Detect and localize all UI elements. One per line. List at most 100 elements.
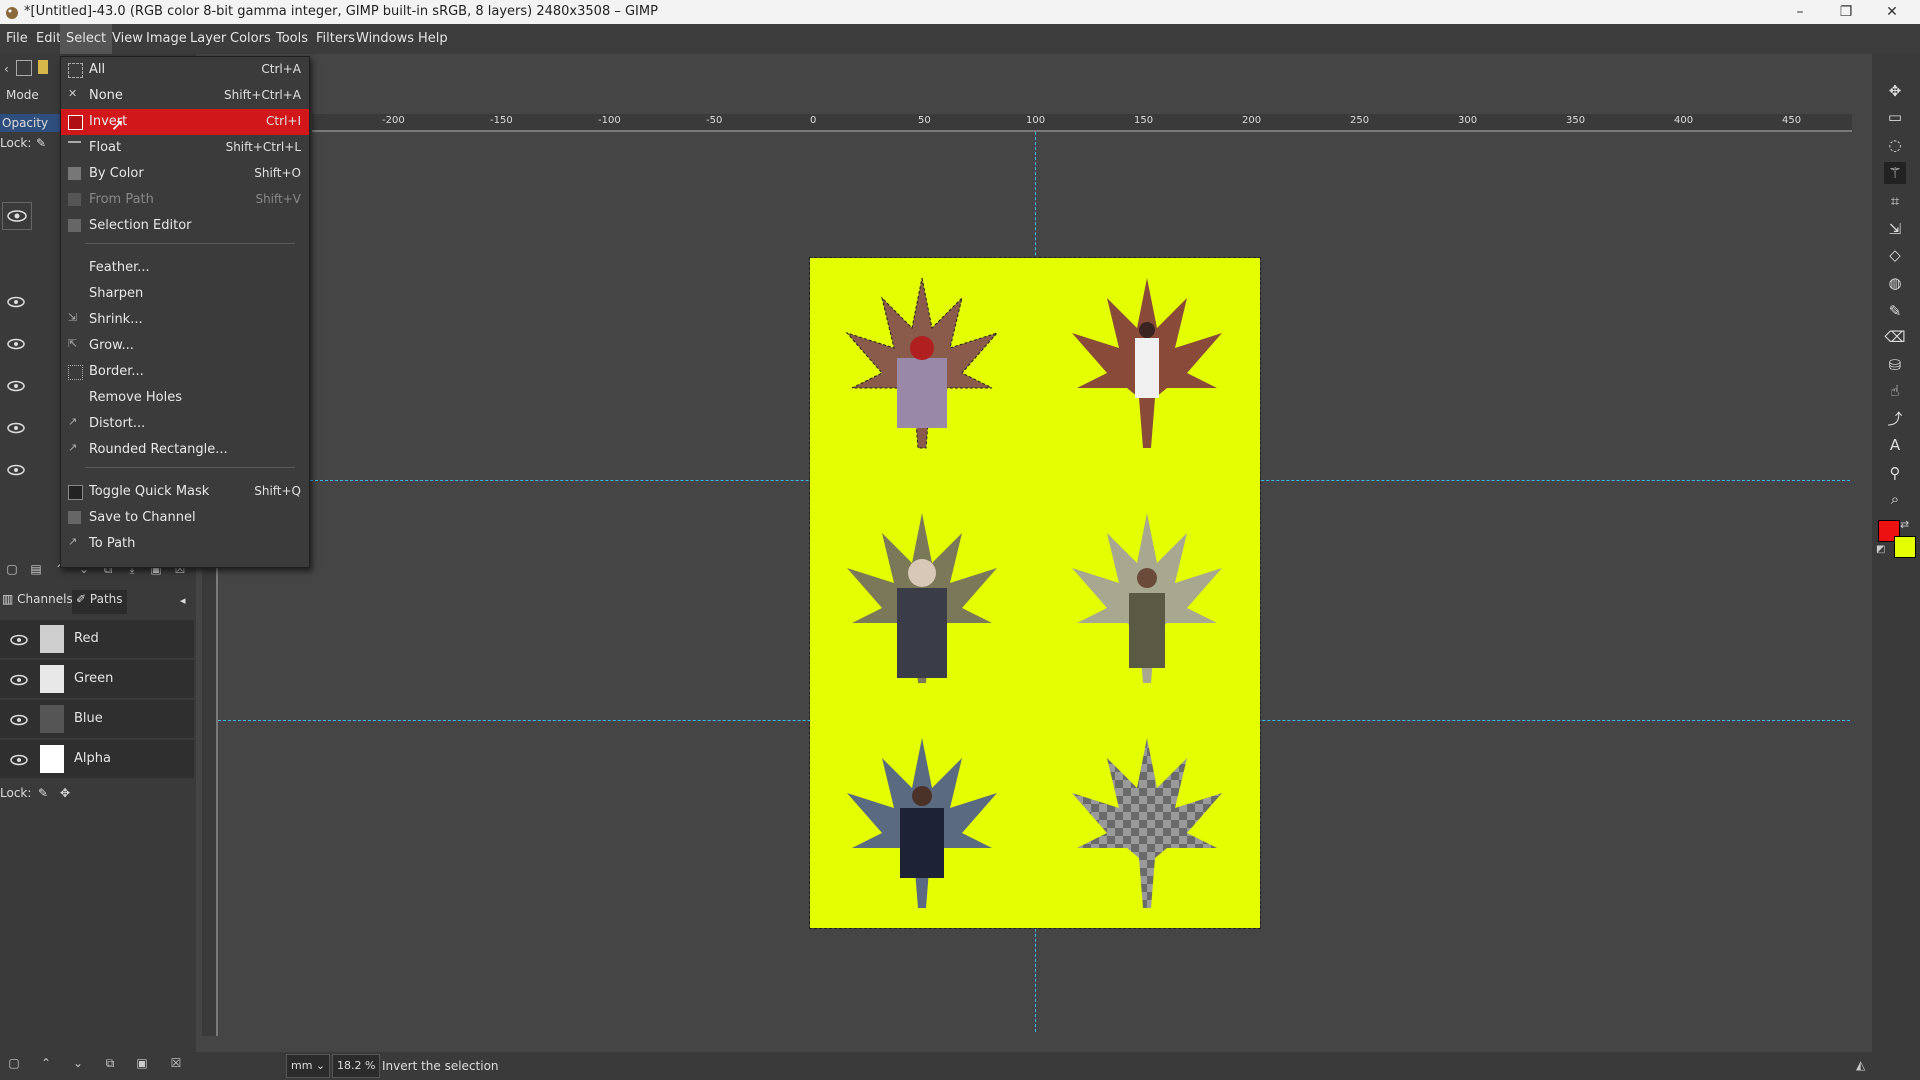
reset-colors-icon[interactable]: ◩ xyxy=(1876,544,1885,555)
menu-item-to-path[interactable]: ↗ To Path xyxy=(61,531,309,557)
menu-item-float[interactable]: Float Shift+Ctrl+L xyxy=(61,135,309,161)
zoom-selector[interactable]: 18.2 % xyxy=(332,1054,380,1078)
paths-tab[interactable]: ✐ Paths xyxy=(72,590,127,614)
channel-visibility-eye-icon[interactable] xyxy=(8,712,30,726)
layer-visibility-eye-icon[interactable] xyxy=(5,378,27,392)
crop-tool-icon[interactable]: ⌗ xyxy=(1884,190,1906,212)
background-color-swatch[interactable] xyxy=(1894,536,1916,558)
layer-visibility-eye-icon[interactable] xyxy=(2,202,32,230)
menu-item-shrink[interactable]: ⇲ Shrink... xyxy=(61,307,309,333)
navigate-icon[interactable]: ◭ xyxy=(1856,1058,1865,1072)
horizontal-ruler[interactable]: -200 -150 -100 -50 0 50 100 150 200 250 … xyxy=(312,114,1852,133)
menu-item-toggle-quick-mask[interactable]: Toggle Quick Mask Shift+Q xyxy=(61,479,309,505)
maximize-button[interactable]: ❐ xyxy=(1826,0,1866,24)
toolbox: ✥ ▭ ◌ ⚚ ⌗ ⇲ ◇ ◍ ✎ ⌫ ⛁ ☝ ⤴ A ⚲ ⌕ ⇄ ◩ xyxy=(1872,54,1920,1080)
eraser-tool-icon[interactable]: ⌫ xyxy=(1884,326,1906,348)
menu-item-by-color[interactable]: By Color Shift+O xyxy=(61,161,309,187)
layer-visibility-eye-icon[interactable] xyxy=(5,462,27,476)
menu-item-label: Selection Editor xyxy=(89,218,192,233)
channels-tab-label: Channels xyxy=(17,592,73,606)
new-group-icon[interactable]: ▤ xyxy=(26,562,46,580)
lasso-tool-icon[interactable]: ◌ xyxy=(1884,134,1906,156)
mode-label: Mode xyxy=(6,88,39,102)
menu-windows[interactable]: Windows xyxy=(350,24,420,54)
layer-visibility-eye-icon[interactable] xyxy=(5,336,27,350)
paintbrush-tool-icon[interactable]: ✎ xyxy=(1884,300,1906,322)
new-channel-icon[interactable]: ▢ xyxy=(4,1056,24,1074)
menu-item-shortcut: Ctrl+I xyxy=(266,114,301,128)
quick-mask-checkbox[interactable] xyxy=(68,485,83,500)
panel-menu-icon[interactable]: ◂ xyxy=(180,594,186,607)
channel-label: Red xyxy=(74,631,99,646)
menu-colors[interactable]: Colors xyxy=(224,24,277,54)
channel-row-green[interactable]: Green xyxy=(0,660,194,698)
menu-item-label: Border... xyxy=(89,364,144,379)
menu-item-label: Rounded Rectangle... xyxy=(89,442,228,457)
image-canvas[interactable] xyxy=(809,257,1261,929)
bucket-fill-tool-icon[interactable]: ◍ xyxy=(1884,272,1906,294)
dock-back-icon[interactable]: ‹ xyxy=(4,62,9,76)
channel-to-selection-icon[interactable]: ▣ xyxy=(132,1056,152,1074)
channel-visibility-eye-icon[interactable] xyxy=(8,752,30,766)
raise-channel-icon[interactable]: ⌃ xyxy=(36,1056,56,1074)
fuzzy-select-tool-icon[interactable]: ⚚ xyxy=(1884,162,1906,184)
vertical-ruler[interactable] xyxy=(202,566,218,1036)
menu-tools[interactable]: Tools xyxy=(270,24,314,54)
channel-label: Alpha xyxy=(74,751,111,766)
duplicate-channel-icon[interactable]: ⧉ xyxy=(100,1056,120,1074)
color-picker-tool-icon[interactable]: ⚲ xyxy=(1884,462,1906,484)
menu-item-rounded-rectangle[interactable]: ↗ Rounded Rectangle... xyxy=(61,437,309,463)
pattern-tab-icon[interactable] xyxy=(38,60,48,74)
ruler-tick-label: -50 xyxy=(706,115,723,126)
minimize-button[interactable]: – xyxy=(1780,0,1820,24)
lock-pixels-icon[interactable]: ✎ xyxy=(36,136,46,150)
menu-help[interactable]: Help xyxy=(412,24,454,54)
mouse-cursor-icon: ➚ xyxy=(111,115,125,134)
channel-row-red[interactable]: Red xyxy=(0,620,194,658)
lock-pixels-icon[interactable]: ✎ xyxy=(38,786,48,800)
lower-channel-icon[interactable]: ⌄ xyxy=(68,1056,88,1074)
menu-item-selection-editor[interactable]: Selection Editor xyxy=(61,213,309,239)
rect-select-tool-icon[interactable]: ▭ xyxy=(1884,106,1906,128)
close-button[interactable]: ✕ xyxy=(1872,0,1912,24)
swap-colors-icon[interactable]: ⇄ xyxy=(1900,518,1909,531)
paths-tool-icon[interactable]: ⤴ xyxy=(1884,408,1906,430)
layer-visibility-eye-icon[interactable] xyxy=(5,420,27,434)
ruler-tick-label: 200 xyxy=(1242,115,1262,126)
to-path-icon: ↗ xyxy=(68,535,78,548)
new-layer-icon[interactable]: ▢ xyxy=(2,562,22,580)
menu-item-shortcut: Ctrl+A xyxy=(261,62,301,76)
menu-item-all[interactable]: All Ctrl+A xyxy=(61,57,309,83)
smudge-tool-icon[interactable]: ☝ xyxy=(1884,380,1906,402)
menu-item-border[interactable]: Border... xyxy=(61,359,309,385)
menu-item-save-to-channel[interactable]: Save to Channel xyxy=(61,505,309,531)
channel-visibility-eye-icon[interactable] xyxy=(8,672,30,686)
menu-item-grow[interactable]: ⇱ Grow... xyxy=(61,333,309,359)
scale-tool-icon[interactable]: ⇲ xyxy=(1884,218,1906,240)
zoom-tool-icon[interactable]: ⌕ xyxy=(1884,488,1906,510)
menu-item-feather[interactable]: Feather... xyxy=(61,255,309,281)
brush-tab-icon[interactable] xyxy=(16,60,32,76)
channels-tab[interactable]: ▥ Channels xyxy=(2,592,73,606)
channel-row-alpha[interactable]: Alpha xyxy=(0,740,194,778)
menu-item-invert[interactable]: Invert Ctrl+I ➚ xyxy=(61,109,309,135)
menu-select[interactable]: Select xyxy=(60,24,113,54)
menu-item-distort[interactable]: ↗ Distort... xyxy=(61,411,309,437)
lock-position-icon[interactable]: ✥ xyxy=(60,786,70,800)
menu-item-from-path[interactable]: From Path Shift+V xyxy=(61,187,309,213)
channel-visibility-eye-icon[interactable] xyxy=(8,632,30,646)
menu-item-none[interactable]: ✕ None Shift+Ctrl+A xyxy=(61,83,309,109)
status-message: Invert the selection xyxy=(382,1059,499,1073)
menu-item-sharpen[interactable]: Sharpen xyxy=(61,281,309,307)
unit-selector[interactable]: mm ⌄ xyxy=(286,1054,330,1078)
menu-item-remove-holes[interactable]: Remove Holes xyxy=(61,385,309,411)
channel-label: Green xyxy=(74,671,114,686)
menu-file[interactable]: File xyxy=(0,24,34,54)
channel-row-blue[interactable]: Blue xyxy=(0,700,194,738)
layer-visibility-eye-icon[interactable] xyxy=(5,294,27,308)
delete-channel-icon[interactable]: ☒ xyxy=(166,1056,186,1074)
move-tool-icon[interactable]: ✥ xyxy=(1884,80,1906,102)
warp-tool-icon[interactable]: ◇ xyxy=(1884,244,1906,266)
clone-tool-icon[interactable]: ⛁ xyxy=(1884,354,1906,376)
text-tool-icon[interactable]: A xyxy=(1884,434,1906,456)
